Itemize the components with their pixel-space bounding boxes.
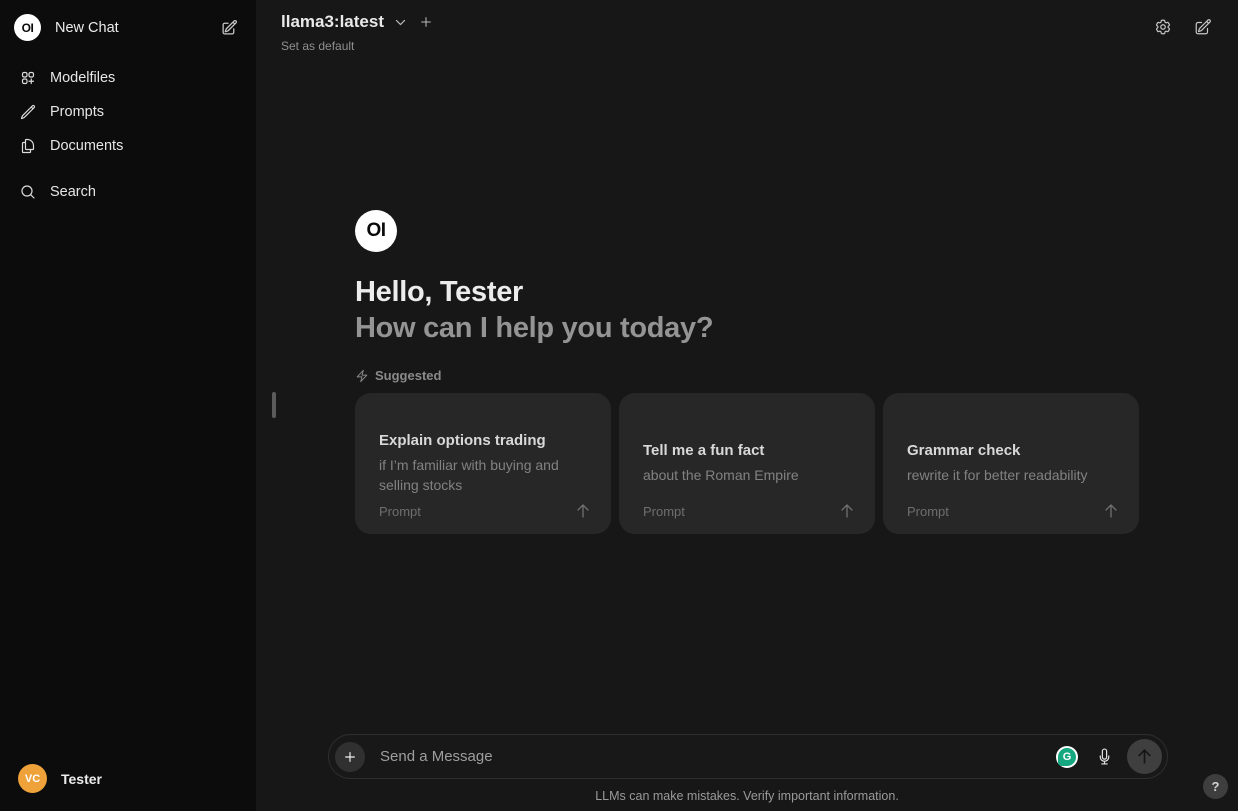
message-composer: G — [328, 734, 1168, 779]
suggested-row: Suggested — [355, 368, 1139, 383]
card-tag: Prompt — [643, 504, 685, 519]
app-logo: OI — [355, 210, 397, 252]
top-actions — [1150, 14, 1216, 40]
sidebar-spacer — [8, 209, 248, 756]
search-icon — [20, 184, 36, 200]
message-input[interactable] — [365, 748, 1056, 765]
card-tag: Prompt — [907, 504, 949, 519]
new-chat-button[interactable]: OI New Chat — [14, 14, 217, 41]
new-chat-icon[interactable] — [1190, 14, 1216, 40]
help-button[interactable]: ? — [1203, 774, 1228, 799]
sidebar-item-label: Modelfiles — [50, 70, 115, 86]
app-logo: OI — [14, 14, 41, 41]
chevron-down-icon[interactable] — [392, 14, 409, 31]
grammarly-icon[interactable]: G — [1056, 746, 1078, 768]
bolt-icon — [355, 369, 369, 383]
suggestion-card[interactable]: Grammar check rewrite it for better read… — [883, 393, 1139, 534]
microphone-icon[interactable] — [1092, 744, 1117, 769]
card-footer: Prompt — [643, 503, 855, 519]
set-as-default-link[interactable]: Set as default — [281, 39, 354, 53]
disclaimer-text: LLMs can make mistakes. Verify important… — [256, 789, 1238, 803]
gear-icon[interactable] — [1150, 14, 1176, 40]
add-model-button[interactable] — [417, 13, 435, 31]
new-chat-label: New Chat — [55, 20, 119, 36]
sidebar-toggle-handle[interactable] — [272, 392, 276, 418]
sidebar-header: OI New Chat — [8, 8, 248, 47]
suggestion-card[interactable]: Tell me a fun fact about the Roman Empir… — [619, 393, 875, 534]
suggestion-cards: Explain options trading if I’m familiar … — [355, 393, 1139, 534]
sidebar-item-label: Documents — [50, 138, 123, 154]
app-logo-text: OI — [366, 220, 385, 242]
card-footer: Prompt — [907, 503, 1119, 519]
sidebar: OI New Chat Modelfiles Prompts — [0, 0, 256, 811]
grammarly-letter: G — [1063, 751, 1072, 763]
squares-plus-icon — [20, 70, 36, 86]
sidebar-item-label: Prompts — [50, 104, 104, 120]
avatar: VC — [18, 764, 47, 793]
new-chat-icon[interactable] — [217, 15, 242, 40]
arrow-up-icon — [839, 503, 855, 519]
main-area: llama3:latest Set as default OI Hello, T… — [256, 0, 1238, 811]
card-footer: Prompt — [379, 503, 591, 519]
sidebar-nav: Modelfiles Prompts Documents Search — [8, 61, 248, 209]
search-label: Search — [50, 184, 96, 200]
card-subtitle: if I’m familiar with buying and selling … — [379, 455, 587, 495]
card-title: Explain options trading — [379, 432, 587, 449]
suggestion-card[interactable]: Explain options trading if I’m familiar … — [355, 393, 611, 534]
arrow-up-icon — [1103, 503, 1119, 519]
sidebar-item-modelfiles[interactable]: Modelfiles — [8, 61, 248, 95]
plus-icon[interactable] — [335, 742, 365, 772]
suggested-label: Suggested — [375, 368, 441, 383]
app-logo-text: OI — [22, 21, 34, 35]
card-tag: Prompt — [379, 504, 421, 519]
hero-section: OI Hello, Tester How can I help you toda… — [355, 210, 1139, 534]
send-button[interactable] — [1127, 739, 1162, 774]
greeting-subheading: How can I help you today? — [355, 310, 1139, 346]
user-name: Tester — [61, 771, 102, 787]
card-title: Tell me a fun fact — [643, 442, 851, 459]
card-title: Grammar check — [907, 442, 1115, 459]
sidebar-item-documents[interactable]: Documents — [8, 129, 248, 163]
arrow-up-icon — [575, 503, 591, 519]
pencil-icon — [20, 104, 36, 120]
model-selector[interactable]: llama3:latest — [281, 12, 384, 32]
document-duplicate-icon — [20, 138, 36, 154]
user-menu[interactable]: VC Tester — [8, 756, 248, 801]
avatar-initials: VC — [25, 773, 40, 785]
card-subtitle: rewrite it for better readability — [907, 465, 1115, 485]
card-subtitle: about the Roman Empire — [643, 465, 851, 485]
sidebar-search[interactable]: Search — [8, 175, 248, 209]
greeting-heading: Hello, Tester — [355, 274, 1139, 310]
model-bar: llama3:latest Set as default — [281, 12, 435, 53]
open-webui-app: OI New Chat Modelfiles Prompts — [0, 0, 1238, 811]
sidebar-item-prompts[interactable]: Prompts — [8, 95, 248, 129]
